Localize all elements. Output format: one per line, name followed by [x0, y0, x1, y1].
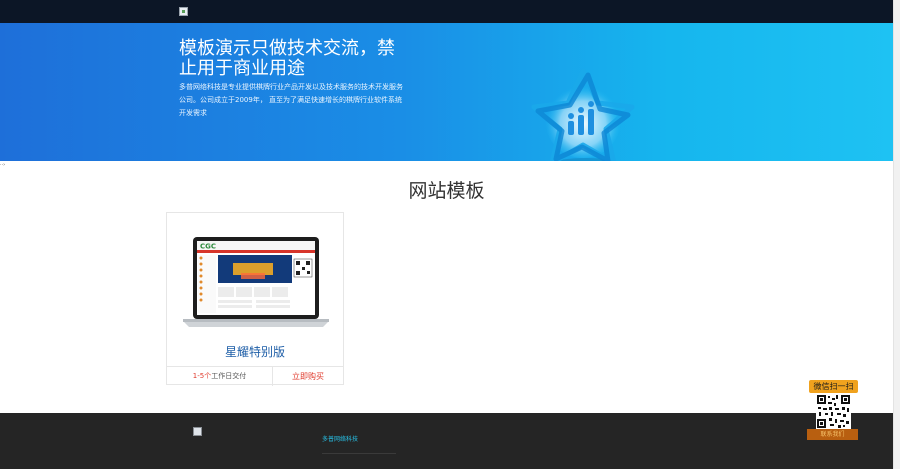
footer-divider	[322, 453, 396, 454]
site-logo-image[interactable]	[179, 7, 188, 16]
hero-description: 多普网络科技是专业提供棋牌行业产品开发以及技术服务的技术开发服务公司。公司成立于…	[179, 83, 403, 117]
product-name[interactable]: 星耀特别版	[167, 343, 343, 360]
delivery-label: 工作日交付	[211, 372, 247, 380]
site-footer: 多普网络科技	[0, 413, 893, 469]
stray-text-mark: ··›	[0, 162, 6, 168]
hero-title: 模板演示只做技术交流，禁止用于商业用途	[179, 38, 395, 79]
delivery-info: 1-5个工作日交付	[167, 367, 273, 386]
footer-logo-image	[193, 427, 202, 436]
hero-banner: 模板演示只做技术交流，禁止用于商业用途 多普网络科技是专业提供棋牌行业产品开发以…	[0, 23, 893, 161]
page-scrollbar[interactable]	[893, 0, 900, 469]
delivery-days: 1-5个	[192, 372, 212, 380]
qr-subtitle: 联系我们	[807, 429, 858, 440]
logo-star-icon	[531, 68, 635, 161]
preview-logo-text: CGC	[200, 243, 216, 251]
qr-code-icon	[816, 394, 851, 429]
product-card-footer: 1-5个工作日交付 立即购买	[167, 366, 343, 386]
section-title: 网站模板	[408, 180, 485, 202]
buy-now-button[interactable]: 立即购买	[273, 367, 343, 386]
wechat-qr-widget[interactable]: 微信扫一扫 联系我们	[807, 380, 858, 441]
product-preview-image[interactable]: CGC	[181, 235, 331, 331]
footer-company-name: 多普网络科技	[322, 436, 359, 443]
top-nav-bar	[0, 0, 893, 23]
qr-title: 微信扫一扫	[809, 380, 858, 393]
product-card[interactable]: CGC 星耀特别版 1-5个工作日交付 立即购买	[166, 212, 344, 386]
